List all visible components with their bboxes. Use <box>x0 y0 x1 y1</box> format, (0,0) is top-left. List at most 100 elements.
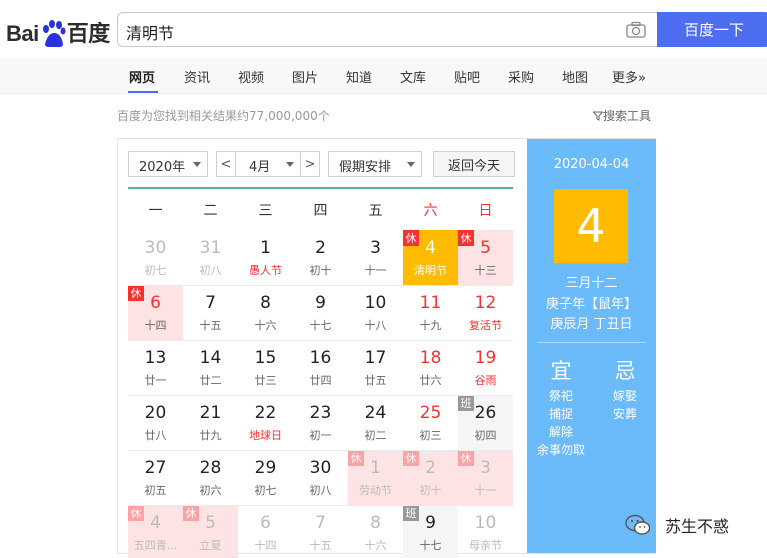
calendar-day-cell[interactable]: 休 3 十一 <box>458 450 513 505</box>
month-select-value: 4月 <box>249 160 271 175</box>
tab-tieba[interactable]: 贴吧 <box>454 67 480 86</box>
calendar-day-cell[interactable]: 18 廿六 <box>403 340 458 395</box>
calendar-day-cell[interactable]: 10 十八 <box>348 285 403 340</box>
tab-news[interactable]: 资讯 <box>184 67 210 86</box>
calendar-day-cell[interactable]: 3 十一 <box>348 230 403 285</box>
next-month-button[interactable]: > <box>300 151 320 177</box>
ji-item: 嫁娶 <box>612 389 637 403</box>
calendar-day-cell[interactable]: 17 廿五 <box>348 340 403 395</box>
calendar-day-cell[interactable]: 10 母亲节 <box>458 505 513 558</box>
tab-wenku[interactable]: 文库 <box>400 67 426 86</box>
camera-icon[interactable] <box>626 21 646 39</box>
row-divider <box>128 505 513 506</box>
calendar-day-cell[interactable]: 班 9 十七 <box>403 505 458 558</box>
day-number: 24 <box>364 403 387 423</box>
calendar-day-cell[interactable]: 31 初八 <box>183 230 238 285</box>
calendar-day-cell[interactable]: 23 初一 <box>293 395 348 450</box>
calendar-day-cell[interactable]: 休 4 五四青... <box>128 505 183 558</box>
calendar-day-cell[interactable]: 21 廿九 <box>183 395 238 450</box>
tab-web[interactable]: 网页 <box>129 67 155 86</box>
calendar-day-cell[interactable]: 2 初十 <box>293 230 348 285</box>
tab-map[interactable]: 地图 <box>562 67 588 86</box>
lunar-label: 十五 <box>309 539 332 552</box>
calendar-day-cell[interactable]: 8 十六 <box>238 285 293 340</box>
lunar-month-day: 庚辰月 丁丑日 <box>550 317 633 332</box>
calendar-day-cell[interactable]: 30 初八 <box>293 450 348 505</box>
calendar-day-cell[interactable]: 班 26 初四 <box>458 395 513 450</box>
day-number: 23 <box>309 403 332 423</box>
month-select[interactable]: 4月 <box>235 151 301 177</box>
lunar-label: 立夏 <box>199 539 222 552</box>
tab-zhidao[interactable]: 知道 <box>346 67 372 86</box>
yi-item: 余事勿取 <box>536 443 585 457</box>
calendar-day-cell[interactable]: 7 十五 <box>293 505 348 558</box>
calendar-day-cell[interactable]: 休 1 劳动节 <box>348 450 403 505</box>
lunar-label: 复活节 <box>469 319 502 332</box>
calendar-day-cell[interactable]: 休 6 十四 <box>128 285 183 340</box>
back-to-today-button[interactable]: 返回今天 <box>433 151 515 177</box>
day-number: 17 <box>364 348 387 368</box>
search-button[interactable]: 百度一下 <box>657 12 767 47</box>
tab-images[interactable]: 图片 <box>292 67 318 86</box>
holiday-select[interactable]: 假期安排 <box>328 151 422 177</box>
calendar-day-cell[interactable]: 11 十九 <box>403 285 458 340</box>
calendar-day-cell[interactable]: 12 复活节 <box>458 285 513 340</box>
calendar-day-cell[interactable]: 29 初七 <box>238 450 293 505</box>
calendar-day-cell[interactable]: 休 4 清明节 <box>403 230 458 285</box>
day-number: 11 <box>419 293 442 313</box>
logo-text-baidu-cn: 百度 <box>66 21 111 46</box>
calendar-day-cell[interactable]: 14 廿二 <box>183 340 238 395</box>
calendar-day-cell[interactable]: 30 初七 <box>128 230 183 285</box>
lunar-label: 廿一 <box>144 374 167 387</box>
day-number: 4 <box>425 238 436 258</box>
lunar-label: 十七 <box>309 319 332 332</box>
calendar-day-cell[interactable]: 13 廿一 <box>128 340 183 395</box>
day-number: 7 <box>205 293 216 313</box>
tab-caigou[interactable]: 采购 <box>508 67 534 86</box>
lunar-label: 十一 <box>474 484 497 497</box>
lunar-label: 劳动节 <box>359 484 392 497</box>
day-number: 2 <box>315 238 326 258</box>
calendar-day-cell[interactable]: 1 愚人节 <box>238 230 293 285</box>
day-number: 25 <box>419 403 442 423</box>
calendar-day-cell[interactable]: 28 初六 <box>183 450 238 505</box>
calendar-day-cell[interactable]: 9 十七 <box>293 285 348 340</box>
search-query-text[interactable]: 清明节 <box>126 20 174 44</box>
tab-more[interactable]: 更多» <box>612 67 646 86</box>
search-tools-button[interactable]: 搜索工具 <box>592 107 651 124</box>
lunar-label: 五四青... <box>133 539 178 552</box>
lunar-label: 廿五 <box>364 374 387 387</box>
tab-video[interactable]: 视频 <box>238 67 264 86</box>
calendar-day-cell[interactable]: 休 5 十三 <box>458 230 513 285</box>
baidu-logo[interactable]: Bai du 百度 <box>6 8 110 48</box>
day-number: 8 <box>260 293 271 313</box>
day-number: 30 <box>309 458 332 478</box>
year-select[interactable]: 2020年 <box>128 151 208 177</box>
calendar-day-cell[interactable]: 22 地球日 <box>238 395 293 450</box>
weekday-label: 日 <box>478 203 493 219</box>
calendar-day-cell[interactable]: 16 廿四 <box>293 340 348 395</box>
day-number: 2 <box>425 458 436 478</box>
lunar-label: 十三 <box>474 264 497 277</box>
calendar-day-cell[interactable]: 19 谷雨 <box>458 340 513 395</box>
calendar-day-cell[interactable]: 27 初五 <box>128 450 183 505</box>
calendar-day-cell[interactable]: 15 廿三 <box>238 340 293 395</box>
ji-title: 忌 <box>614 359 636 383</box>
search-input[interactable]: 清明节 <box>117 12 658 47</box>
day-number: 13 <box>144 348 167 368</box>
lunar-label: 十七 <box>419 539 442 552</box>
selected-day-number: 4 <box>554 189 628 263</box>
calendar-day-cell[interactable]: 25 初三 <box>403 395 458 450</box>
calendar-day-cell[interactable]: 20 廿八 <box>128 395 183 450</box>
weekday-label: 四 <box>313 203 328 219</box>
calendar-day-cell[interactable]: 休 2 初十 <box>403 450 458 505</box>
calendar-day-cell[interactable]: 休 5 立夏 <box>183 505 238 558</box>
result-count: 百度为您找到相关结果约77,000,000个 <box>117 109 330 123</box>
calendar-day-cell[interactable]: 24 初二 <box>348 395 403 450</box>
calendar-day-cell[interactable]: 7 十五 <box>183 285 238 340</box>
calendar-day-cell[interactable]: 6 十四 <box>238 505 293 558</box>
calendar-day-cell[interactable]: 8 十六 <box>348 505 403 558</box>
day-number: 6 <box>260 513 271 533</box>
lunar-label: 廿三 <box>254 374 277 387</box>
prev-month-button[interactable]: < <box>216 151 236 177</box>
